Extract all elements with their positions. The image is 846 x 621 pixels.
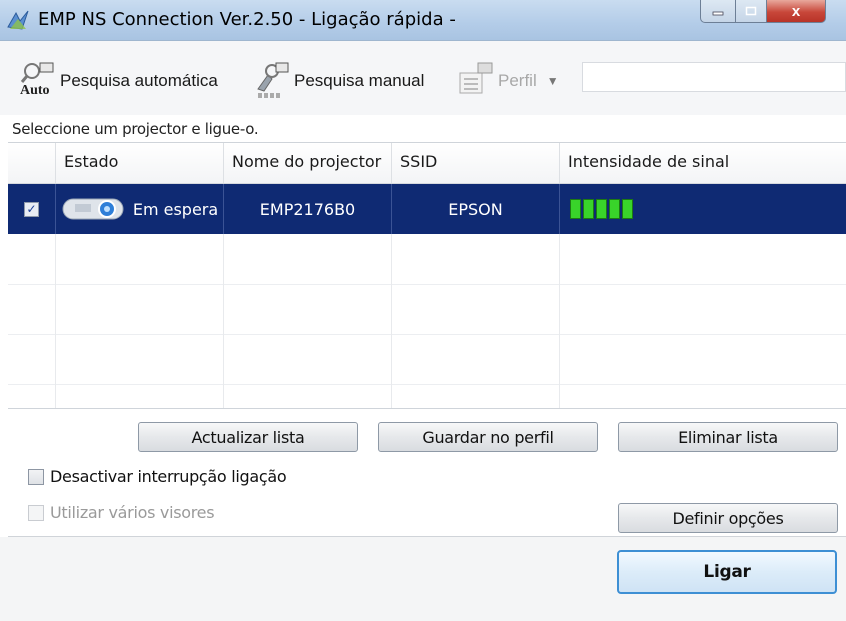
- list-item[interactable]: [8, 384, 846, 408]
- delete-list-button[interactable]: Eliminar lista: [618, 422, 838, 452]
- status-text: Em espera: [132, 199, 219, 219]
- manual-search-label: Pesquisa manual: [294, 71, 425, 90]
- projector-list[interactable]: Estado Nome do projector SSID Intensidad…: [8, 142, 846, 409]
- signal-bar: [622, 199, 633, 219]
- signal-strength-icon: [570, 199, 633, 219]
- header-checkbox-column[interactable]: [8, 143, 56, 183]
- window-title: EMP NS Connection Ver.2.50 - Ligação ráp…: [38, 9, 456, 30]
- instruction-text: Seleccione um projector e ligue-o.: [12, 120, 259, 138]
- list-item[interactable]: [8, 334, 846, 385]
- signal-bar: [596, 199, 607, 219]
- minimize-button[interactable]: [700, 0, 736, 23]
- header-signal-strength[interactable]: Intensidade de sinal: [560, 143, 846, 183]
- header-status[interactable]: Estado: [56, 143, 224, 183]
- empty-cell: [224, 384, 392, 408]
- profile-label: Perfil: [498, 71, 537, 90]
- auto-search-icon: Auto: [20, 61, 56, 101]
- list-header: Estado Nome do projector SSID Intensidad…: [8, 143, 846, 184]
- check-icon: ✓: [26, 202, 37, 216]
- empty-cell: [8, 234, 56, 284]
- header-ssid[interactable]: SSID: [392, 143, 560, 183]
- minimize-icon: [712, 11, 724, 16]
- refresh-list-button[interactable]: Actualizar lista: [138, 422, 358, 452]
- empty-cell: [392, 384, 560, 408]
- auto-search-label: Pesquisa automática: [60, 71, 218, 90]
- row-ssid: EPSON: [392, 184, 560, 234]
- signal-bar: [609, 199, 620, 219]
- empty-cell: [56, 334, 224, 384]
- projector-icon: [62, 198, 124, 220]
- profile-button[interactable]: Perfil ▼: [458, 61, 559, 101]
- multi-display-checkbox: [28, 504, 44, 521]
- empty-cell: [56, 384, 224, 408]
- close-button[interactable]: x: [767, 0, 826, 23]
- row-status-cell: Em espera: [56, 184, 224, 234]
- empty-cell: [56, 234, 224, 284]
- auto-label: Auto: [20, 83, 50, 98]
- signal-bar: [583, 199, 594, 219]
- table-row[interactable]: ✓ Em espera EMP2176B0 EPSON: [8, 184, 846, 234]
- save-profile-button[interactable]: Guardar no perfil: [378, 422, 598, 452]
- set-options-button[interactable]: Definir opções: [618, 503, 838, 533]
- chevron-down-icon[interactable]: ▼: [547, 74, 559, 88]
- empty-cell: [224, 234, 392, 284]
- toolbar: Auto Pesquisa automática Pesquisa manual: [0, 41, 846, 115]
- close-icon: x: [791, 2, 801, 20]
- row-checkbox-cell: ✓: [8, 184, 56, 234]
- row-signal-cell: [560, 184, 846, 234]
- empty-cell: [224, 334, 392, 384]
- empty-cell: [8, 384, 56, 408]
- connect-button[interactable]: Ligar: [617, 550, 837, 594]
- disable-interrupt-checkbox[interactable]: [28, 468, 44, 485]
- window-controls: x: [700, 0, 826, 24]
- maximize-icon: [745, 6, 757, 16]
- profile-select[interactable]: [582, 62, 846, 92]
- empty-cell: [224, 284, 392, 334]
- signal-bar: [570, 199, 581, 219]
- disable-interrupt-option[interactable]: Desactivar interrupção ligação: [28, 467, 287, 486]
- header-projector-name[interactable]: Nome do projector: [224, 143, 392, 183]
- empty-cell: [392, 234, 560, 284]
- manual-search-button[interactable]: Pesquisa manual: [254, 61, 424, 101]
- row-checkbox[interactable]: ✓: [24, 201, 39, 217]
- maximize-button[interactable]: [736, 0, 767, 23]
- app-icon: [7, 10, 29, 30]
- empty-cell: [392, 334, 560, 384]
- auto-search-button[interactable]: Auto Pesquisa automática: [20, 61, 218, 101]
- empty-cell: [8, 284, 56, 334]
- row-projector-name: EMP2176B0: [224, 184, 392, 234]
- title-bar[interactable]: EMP NS Connection Ver.2.50 - Ligação ráp…: [0, 0, 846, 41]
- list-item[interactable]: [8, 234, 846, 285]
- empty-cell: [392, 284, 560, 334]
- multi-display-option: Utilizar vários visores: [28, 503, 215, 522]
- disable-interrupt-label: Desactivar interrupção ligação: [50, 467, 287, 486]
- list-item[interactable]: [8, 284, 846, 335]
- manual-search-icon: [254, 61, 290, 101]
- empty-cell: [8, 334, 56, 384]
- multi-display-label: Utilizar vários visores: [50, 503, 215, 522]
- profile-icon: [458, 61, 494, 101]
- empty-cell: [56, 284, 224, 334]
